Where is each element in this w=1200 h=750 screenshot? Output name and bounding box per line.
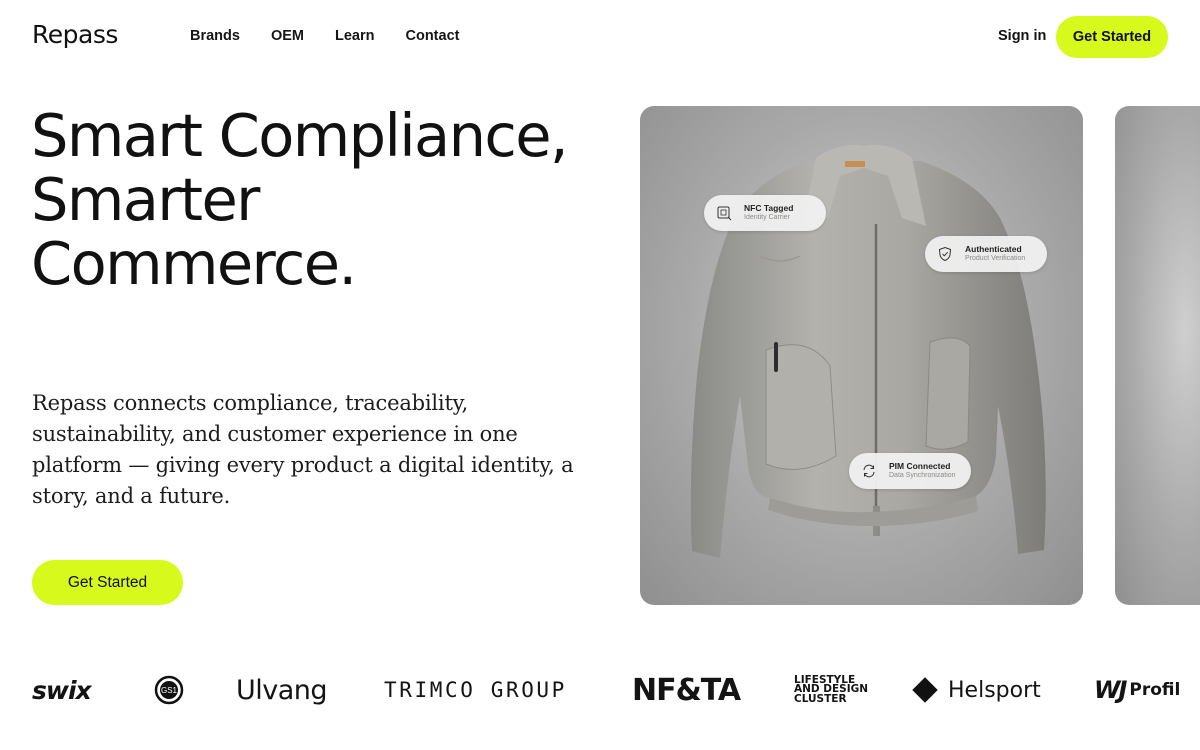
svg-text:GS1: GS1 [161, 686, 178, 695]
nav-links: Brands OEM Learn Contact [190, 28, 459, 44]
profil-wordmark: Profil [1129, 680, 1181, 700]
profil-mark: WJ [1094, 676, 1127, 704]
gs1-icon: GS1 [154, 675, 184, 705]
tag-subtitle: Identity Carrier [744, 214, 790, 221]
nav-link-learn[interactable]: Learn [335, 28, 375, 44]
nav-link-oem[interactable]: OEM [271, 28, 304, 44]
pim-connected-tag: PIM Connected Data Synchronization [849, 453, 971, 489]
nfc-tagged-tag: NFC Tagged Identity Carrier [704, 195, 826, 231]
headline-line-3: Commerce. [31, 229, 357, 298]
jacket-illustration [690, 144, 1046, 558]
top-nav: Repass Brands OEM Learn Contact Sign in … [0, 0, 1200, 72]
tag-title: NFC Tagged [744, 203, 794, 213]
swix-logo: swix [32, 675, 92, 705]
nav-link-brands[interactable]: Brands [190, 28, 240, 44]
helsport-diamond-icon [912, 677, 938, 703]
lifestyle-design-cluster-logo: LIFESTYLE AND DESIGN CLUSTER [794, 660, 868, 720]
ulvang-logo: Ulvang [236, 674, 328, 706]
next-product-card[interactable] [1115, 106, 1200, 605]
hero-lead-text: Repass connects compliance, traceability… [32, 391, 574, 508]
trimco-group-logo: TRIMCO GROUP [384, 678, 567, 702]
shield-check-icon [935, 244, 955, 264]
tag-subtitle: Data Synchronization [889, 472, 956, 479]
tag-subtitle: Product Verification [965, 255, 1026, 262]
gs1-logo: GS1 [152, 660, 190, 720]
tag-title: Authenticated [965, 244, 1022, 254]
helsport-wordmark: Helsport [948, 677, 1041, 703]
authenticated-tag: Authenticated Product Verification [925, 236, 1047, 272]
hero-get-started-button[interactable]: Get Started [32, 560, 183, 605]
lifestyle-line-3: CLUSTER [794, 692, 847, 705]
profil-logo: WJ Profil [1094, 660, 1180, 720]
product-image-card: NFC Tagged Identity Carrier Authenticate… [640, 106, 1083, 605]
nfc-chip-icon [714, 203, 734, 223]
repass-logo[interactable]: Repass [32, 20, 118, 49]
headline-line-1: Smart Compliance, [31, 101, 569, 170]
helsport-logo: Helsport [912, 660, 1041, 720]
nav-get-started-button[interactable]: Get Started [1056, 16, 1168, 58]
hero-headline: Smart Compliance, Smarter Commerce. [31, 104, 621, 296]
sync-icon [859, 461, 879, 481]
brand-logo-strip: swix GS1 Ulvang TRIMCO GROUP NF&TA LIFES… [0, 660, 1200, 720]
headline-line-2: Smarter [31, 165, 260, 234]
tag-title: PIM Connected [889, 461, 951, 471]
nav-link-contact[interactable]: Contact [406, 28, 460, 44]
sign-in-link[interactable]: Sign in [998, 28, 1046, 44]
nfta-logo: NF&TA [632, 672, 741, 708]
